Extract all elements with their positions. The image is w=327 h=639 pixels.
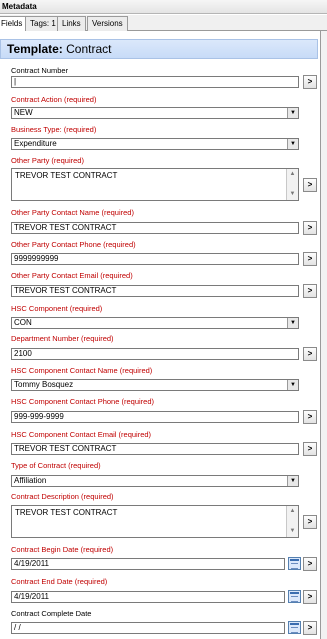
other-party-contact-phone-input[interactable]: 9999999999 <box>11 253 299 265</box>
hsc-component-contact-name-label: HSC Component Contact Name (required) <box>11 366 153 375</box>
contract-complete-date-browse-button[interactable]: > <box>303 621 317 635</box>
department-number-input[interactable]: 2100 <box>11 348 299 360</box>
template-header: Template: Contract <box>0 39 318 59</box>
calendar-icon[interactable] <box>288 590 301 603</box>
contract-complete-date-label: Contract Complete Date <box>11 609 92 618</box>
tab-fields[interactable]: Fields <box>0 16 28 32</box>
contract-action-label: Contract Action (required) <box>11 95 97 104</box>
other-party-contact-email-input[interactable]: TREVOR TEST CONTRACT <box>11 285 299 297</box>
hsc-component-label: HSC Component (required) <box>11 304 103 313</box>
window-title: Metadata <box>0 0 327 14</box>
contract-action-select[interactable]: NEW ▼ <box>11 107 299 119</box>
scroll-up-icon[interactable]: ▲ <box>288 507 297 516</box>
calendar-icon[interactable] <box>288 621 301 634</box>
hsc-component-contact-email-input[interactable]: TREVOR TEST CONTRACT <box>11 443 299 455</box>
contract-end-date-input[interactable]: 4/19/2011 <box>11 591 285 603</box>
hsc-component-contact-phone-input[interactable]: 999-999-9999 <box>11 411 299 423</box>
chevron-down-icon[interactable]: ▼ <box>287 318 298 328</box>
contract-begin-date-label: Contract Begin Date (required) <box>11 545 114 554</box>
textarea-scrollbar[interactable]: ▲ ▼ <box>286 506 298 537</box>
template-name: Contract <box>66 42 112 56</box>
business-type-label: Business Type: (required) <box>11 125 97 134</box>
contract-description-browse-button[interactable]: > <box>303 515 317 529</box>
other-party-contact-email-label: Other Party Contact Email (required) <box>11 271 133 280</box>
contract-description-value: TREVOR TEST CONTRACT <box>15 508 118 517</box>
scroll-down-icon[interactable]: ▼ <box>288 527 297 536</box>
tab-links[interactable]: Links <box>57 16 86 31</box>
contract-complete-date-input[interactable]: / / <box>11 622 285 634</box>
hsc-component-contact-name-value: Tommy Bosquez <box>14 380 74 389</box>
other-party-contact-name-input[interactable]: TREVOR TEST CONTRACT <box>11 222 299 234</box>
hsc-component-select[interactable]: CON ▼ <box>11 317 299 329</box>
tab-bar: Fields Tags: 1 Links Versions <box>0 15 327 32</box>
textarea-scrollbar[interactable]: ▲ ▼ <box>286 169 298 200</box>
contract-end-date-browse-button[interactable]: > <box>303 590 317 604</box>
other-party-label: Other Party (required) <box>11 156 84 165</box>
department-number-browse-button[interactable]: > <box>303 347 317 361</box>
contract-begin-date-input[interactable]: 4/19/2011 <box>11 558 285 570</box>
other-party-browse-button[interactable]: > <box>303 178 317 192</box>
contract-begin-date-browse-button[interactable]: > <box>303 557 317 571</box>
chevron-down-icon[interactable]: ▼ <box>287 380 298 390</box>
tab-tags[interactable]: Tags: 1 <box>25 16 61 31</box>
template-prefix: Template: <box>7 42 63 56</box>
hsc-component-contact-name-select[interactable]: Tommy Bosquez ▼ <box>11 379 299 391</box>
hsc-component-contact-phone-label: HSC Component Contact Phone (required) <box>11 397 154 406</box>
contract-end-date-label: Contract End Date (required) <box>11 577 108 586</box>
other-party-value: TREVOR TEST CONTRACT <box>15 171 118 180</box>
other-party-contact-name-label: Other Party Contact Name (required) <box>11 208 134 217</box>
type-of-contract-label: Type of Contract (required) <box>11 461 101 470</box>
type-of-contract-value: Affiliation <box>14 476 47 485</box>
scroll-down-icon[interactable]: ▼ <box>288 190 297 199</box>
contract-number-label: Contract Number <box>11 66 69 75</box>
calendar-icon[interactable] <box>288 557 301 570</box>
fields-panel: Template: Contract Contract Number | > C… <box>0 31 321 639</box>
contract-description-textarea[interactable]: TREVOR TEST CONTRACT ▲ ▼ <box>11 505 299 538</box>
scroll-up-icon[interactable]: ▲ <box>288 170 297 179</box>
hsc-component-value: CON <box>14 318 32 327</box>
contract-description-label: Contract Description (required) <box>11 492 114 501</box>
contract-number-input[interactable]: | <box>11 76 299 88</box>
department-number-label: Department Number (required) <box>11 334 114 343</box>
hsc-component-contact-email-label: HSC Component Contact Email (required) <box>11 430 152 439</box>
chevron-down-icon[interactable]: ▼ <box>287 108 298 118</box>
type-of-contract-select[interactable]: Affiliation ▼ <box>11 475 299 487</box>
panel-scrollbar[interactable] <box>321 31 327 639</box>
contract-action-value: NEW <box>14 108 33 117</box>
other-party-contact-phone-browse-button[interactable]: > <box>303 252 317 266</box>
other-party-contact-email-browse-button[interactable]: > <box>303 284 317 298</box>
contract-number-browse-button[interactable]: > <box>303 75 317 89</box>
other-party-textarea[interactable]: TREVOR TEST CONTRACT ▲ ▼ <box>11 168 299 201</box>
business-type-value: Expenditure <box>14 139 57 148</box>
tab-versions[interactable]: Versions <box>87 16 128 31</box>
chevron-down-icon[interactable]: ▼ <box>287 139 298 149</box>
chevron-down-icon[interactable]: ▼ <box>287 476 298 486</box>
hsc-component-contact-email-browse-button[interactable]: > <box>303 442 317 456</box>
other-party-contact-phone-label: Other Party Contact Phone (required) <box>11 240 136 249</box>
business-type-select[interactable]: Expenditure ▼ <box>11 138 299 150</box>
hsc-component-contact-phone-browse-button[interactable]: > <box>303 410 317 424</box>
other-party-contact-name-browse-button[interactable]: > <box>303 221 317 235</box>
